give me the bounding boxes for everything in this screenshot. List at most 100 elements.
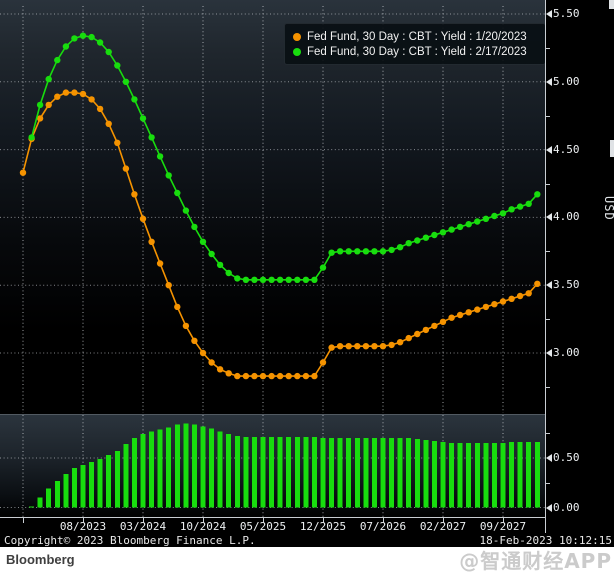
x-axis-label: 10/2024	[179, 520, 227, 533]
data-point	[525, 290, 532, 297]
data-point	[499, 298, 507, 305]
data-point	[191, 337, 198, 344]
legend-item-feb17[interactable]: Fed Fund, 30 Day : CBT : Yield : 2/17/20…	[293, 46, 537, 58]
diff-bar	[157, 429, 163, 508]
diff-bar	[294, 437, 300, 508]
data-point	[465, 221, 472, 228]
y-axis-label: 4.00	[553, 210, 580, 224]
diff-bar	[89, 462, 95, 508]
data-point	[54, 93, 61, 100]
diff-bar	[277, 437, 283, 508]
data-point	[54, 56, 61, 64]
diff-bar	[414, 439, 420, 508]
y-axis-arrow-icon	[546, 77, 552, 86]
data-point	[491, 301, 498, 308]
data-point	[96, 105, 104, 113]
x-axis-label: 02/2027	[419, 520, 467, 533]
diff-bar	[260, 437, 266, 508]
y-axis-minor-tick	[545, 184, 550, 185]
x-axis-label: 05/2025	[239, 520, 287, 533]
diff-bar	[286, 437, 292, 508]
data-point	[28, 134, 35, 141]
legend-item-jan20[interactable]: Fed Fund, 30 Day : CBT : Yield : 1/20/20…	[293, 31, 537, 43]
diff-bar	[449, 443, 455, 508]
data-point	[474, 306, 481, 313]
data-point	[448, 226, 455, 233]
chart-terminal: Fed Fund, 30 Day : CBT : Yield : 1/20/20…	[0, 0, 614, 547]
diff-bar	[71, 467, 77, 508]
diff-bar	[431, 441, 437, 508]
legend-label-feb17: Fed Fund, 30 Day : CBT : Yield : 2/17/20…	[307, 45, 527, 58]
x-axis-label: 07/2026	[359, 520, 407, 533]
scrollbar-fragment-top	[609, 0, 614, 9]
data-point	[251, 276, 258, 283]
data-point	[259, 276, 267, 283]
data-point	[62, 89, 70, 96]
y-axis-label: 3.50	[553, 278, 580, 292]
y-axis-arrow-icon	[546, 454, 552, 462]
watermark-text: @智通财经APP	[459, 549, 612, 573]
data-point	[508, 295, 515, 302]
data-point	[199, 349, 207, 357]
y-axis-label: 5.00	[553, 74, 580, 88]
data-point	[319, 264, 327, 271]
data-point	[156, 153, 164, 160]
data-point	[114, 62, 121, 69]
diff-chart-panel[interactable]: Fed Fund, 30 Day : 2/17/2023 - Fed Fund,…	[0, 415, 546, 517]
y-axis-arrow-icon	[546, 10, 552, 18]
data-point	[311, 276, 318, 283]
diff-bar	[106, 455, 112, 508]
diff-bar	[174, 424, 180, 508]
data-point	[225, 370, 232, 377]
diff-bar	[311, 437, 317, 508]
data-point	[294, 276, 301, 283]
data-point	[379, 248, 387, 255]
y-axis-label: 3.00	[553, 346, 580, 359]
data-point	[379, 343, 387, 350]
y-axis-minor-tick	[545, 433, 550, 434]
data-point	[19, 169, 27, 176]
y-axis-minor-tick	[545, 251, 550, 252]
data-point	[45, 75, 52, 83]
data-point	[439, 318, 447, 325]
y-axis-arrow-icon	[546, 145, 552, 154]
spread-bars-plot[interactable]	[0, 415, 546, 517]
diff-bar	[217, 431, 223, 508]
data-point	[79, 32, 87, 39]
data-point	[276, 276, 284, 283]
data-point	[362, 343, 370, 350]
data-point	[414, 237, 421, 244]
data-point	[131, 96, 138, 103]
data-point	[174, 303, 181, 311]
diff-bar	[123, 444, 129, 508]
diff-bar	[406, 438, 412, 508]
data-point	[328, 344, 335, 351]
data-point	[525, 200, 532, 207]
diff-bar	[243, 437, 249, 508]
data-point	[482, 215, 490, 222]
diff-bar	[80, 464, 86, 508]
x-axis-label: 08/2023	[59, 520, 107, 533]
diff-bar	[466, 443, 472, 508]
data-point	[268, 276, 275, 283]
main-legend[interactable]: Fed Fund, 30 Day : CBT : Yield : 1/20/20…	[284, 23, 546, 65]
data-point	[148, 238, 155, 245]
diff-bar	[371, 438, 377, 508]
data-point	[71, 89, 78, 96]
series-line-jan20	[22, 91, 538, 377]
diff-bar	[131, 438, 137, 508]
data-point	[499, 210, 507, 217]
data-point	[354, 343, 361, 350]
data-point	[422, 234, 430, 241]
diff-bar	[114, 451, 120, 508]
main-chart-panel[interactable]: Fed Fund, 30 Day : CBT : Yield : 1/20/20…	[0, 0, 546, 414]
data-point	[208, 359, 215, 366]
data-point	[534, 280, 541, 287]
data-point	[302, 372, 310, 380]
diff-bar	[209, 428, 215, 508]
diff-bar	[149, 431, 155, 508]
data-point	[336, 248, 344, 255]
diff-bar	[97, 459, 103, 508]
diff-bar	[166, 427, 172, 508]
data-point	[396, 244, 404, 251]
